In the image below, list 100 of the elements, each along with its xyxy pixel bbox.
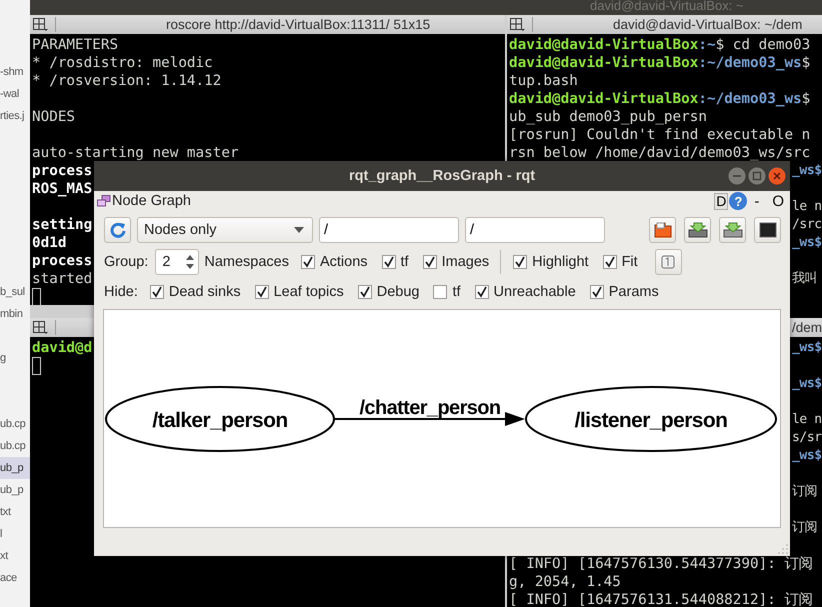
terminal-line: _ws$ bbox=[792, 375, 822, 393]
checkbox-label: Leaf topics bbox=[274, 284, 344, 300]
terminal-line: [rosrun] Couldn't find executable n bbox=[509, 126, 810, 144]
checkbox[interactable] bbox=[358, 285, 372, 299]
layout-menu-icon[interactable] bbox=[510, 18, 526, 32]
terminal-title: roscore http://david-VirtualBox:11311/ 51x15 bbox=[166, 17, 430, 32]
layout-menu-icon[interactable] bbox=[33, 18, 49, 32]
plugin-button[interactable]: D bbox=[714, 192, 728, 210]
terminal-line: _ws$ bbox=[792, 447, 822, 465]
namespaces-label: Namespaces bbox=[204, 254, 289, 270]
group-label: Group: bbox=[104, 254, 148, 270]
terminal-line: g, 2054, 1.45 bbox=[509, 573, 621, 591]
file-item[interactable]: mbin bbox=[0, 303, 30, 325]
file-item[interactable]: ace bbox=[0, 567, 30, 589]
file-item[interactable]: ub.cp bbox=[0, 435, 30, 457]
terminal-line: david@david-VirtualBox:~$ cd demo03 bbox=[509, 36, 810, 54]
checkbox-label: Fit bbox=[622, 254, 638, 270]
terminal-line: ub_sub demo03_pub_persn bbox=[509, 108, 707, 126]
terminal-line: tup.bash bbox=[509, 72, 578, 90]
file-item[interactable]: ub_p bbox=[0, 479, 30, 501]
terminal-line: [ INFO] [1647576130.544377390]: 订阅 bbox=[509, 555, 812, 573]
terminal-line: s/sr bbox=[792, 429, 822, 447]
file-item[interactable]: -shm bbox=[0, 61, 30, 83]
terminal-line: _ws$ bbox=[792, 162, 822, 180]
file-item[interactable]: ub_p bbox=[0, 457, 30, 479]
checkbox[interactable] bbox=[590, 285, 604, 299]
file-item[interactable]: g bbox=[0, 347, 30, 369]
file-item[interactable]: -wal bbox=[0, 83, 30, 105]
checkbox[interactable] bbox=[382, 255, 396, 269]
save-image-button[interactable] bbox=[719, 217, 746, 243]
terminal-line: /src bbox=[792, 216, 822, 234]
checkbox[interactable] bbox=[433, 285, 448, 299]
dock-button[interactable]: - bbox=[748, 192, 766, 210]
caret-icon bbox=[294, 227, 304, 233]
edge-label: /chatter_person bbox=[359, 397, 501, 419]
checkbox-label: Highlight bbox=[532, 254, 589, 270]
checkbox[interactable] bbox=[422, 255, 437, 269]
file-item[interactable]: txt bbox=[0, 501, 30, 523]
maximize-button[interactable] bbox=[748, 167, 766, 185]
terminal-line: ROS_MAS bbox=[32, 180, 92, 198]
checkbox[interactable] bbox=[602, 255, 617, 269]
help-button[interactable]: ? bbox=[729, 192, 748, 210]
terminal-line: david@david-VirtualBox:~/demo03_ws$ bbox=[509, 54, 810, 72]
load-button[interactable] bbox=[649, 217, 676, 243]
terminal-line: rsn below /home/david/demo03_ws/src bbox=[509, 144, 810, 162]
terminal-line: _ws$ bbox=[792, 234, 822, 252]
spin-arrows-icon bbox=[185, 253, 196, 271]
checkbox[interactable] bbox=[300, 255, 315, 269]
file-item[interactable]: l bbox=[0, 523, 30, 545]
folder-icon bbox=[654, 222, 672, 238]
page-icon bbox=[661, 255, 676, 269]
refresh-icon bbox=[108, 221, 126, 239]
dock-button[interactable]: O bbox=[766, 192, 790, 210]
graph-node[interactable]: /talker_person bbox=[105, 386, 335, 452]
checkbox[interactable] bbox=[254, 285, 269, 299]
save-button[interactable] bbox=[684, 217, 711, 243]
group-spinbox[interactable]: 2 bbox=[155, 249, 200, 275]
file-item[interactable]: xt bbox=[0, 545, 30, 567]
window-title: rqt_graph__RosGraph - rqt bbox=[348, 168, 536, 184]
layout-menu-icon[interactable] bbox=[33, 320, 49, 334]
terminal-line: PARAMETERS bbox=[32, 36, 118, 54]
file-item[interactable]: rties.j bbox=[0, 105, 30, 127]
file-item[interactable]: ub.cp bbox=[0, 413, 30, 435]
terminal-title: david@david-VirtualBox: ~/dem bbox=[613, 17, 802, 32]
terminal-line: process bbox=[32, 252, 92, 270]
checkbox[interactable] bbox=[150, 285, 164, 299]
drive-download-icon bbox=[688, 222, 708, 238]
graph-node[interactable]: /listener_person bbox=[525, 386, 777, 452]
filter-field[interactable]: / bbox=[465, 217, 605, 243]
terminal-line: 0d1d bbox=[32, 234, 66, 252]
terminal-line: _ws$ bbox=[792, 339, 822, 357]
terminal-line: david@david-VirtualBox:~/demo03_ws$ bbox=[509, 90, 810, 108]
checkbox-label: Images bbox=[442, 254, 490, 270]
resize-grip-icon[interactable] bbox=[778, 544, 788, 554]
plugin-title: Node Graph bbox=[112, 193, 191, 209]
square-icon bbox=[758, 222, 776, 238]
terminal-line: le n bbox=[792, 198, 822, 216]
fit-view-button[interactable] bbox=[654, 249, 682, 275]
filter-field[interactable]: / bbox=[319, 217, 459, 243]
checkbox[interactable] bbox=[513, 255, 528, 269]
refresh-button[interactable] bbox=[104, 217, 131, 243]
checkbox-label: Dead sinks bbox=[168, 284, 241, 300]
terminal-line: * /rosdistro: melodic bbox=[32, 54, 213, 72]
minimize-button[interactable] bbox=[728, 167, 746, 185]
file-item[interactable]: b_sul bbox=[0, 281, 30, 303]
checkbox-label: Unreachable bbox=[494, 284, 576, 300]
close-button[interactable] bbox=[768, 167, 786, 185]
checkbox[interactable] bbox=[474, 285, 489, 299]
checkbox-label: tf bbox=[452, 284, 461, 300]
terminal-line: [ INFO] [1647576131.544088212]: 订阅 bbox=[509, 591, 812, 607]
terminal-line: auto-starting new master bbox=[32, 144, 239, 162]
terminal-line: 订阅 bbox=[792, 483, 818, 501]
terminal-line: setting bbox=[32, 216, 92, 234]
terminal-line: david@d bbox=[32, 339, 92, 357]
terminal-line: 我叫 bbox=[792, 270, 818, 288]
terminal-line: started bbox=[32, 270, 92, 288]
terminal-title: /dem bbox=[792, 320, 822, 335]
mode-dropdown[interactable]: Nodes only bbox=[137, 217, 313, 243]
screenshot-button[interactable] bbox=[754, 217, 781, 243]
terminal-line: NODES bbox=[32, 108, 76, 126]
